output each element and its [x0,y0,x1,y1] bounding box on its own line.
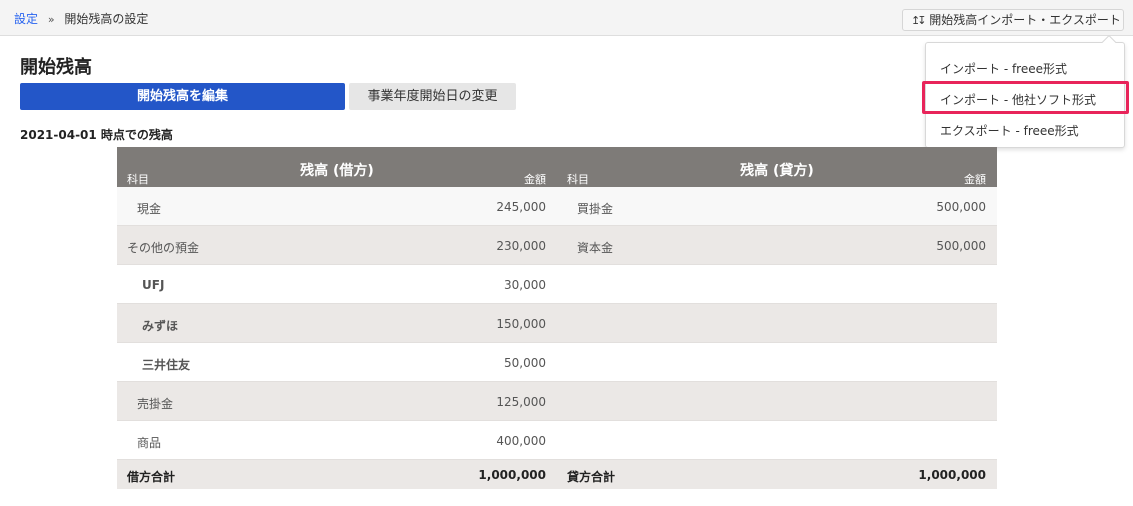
table-row: 資本金 500,000 [557,226,997,265]
table-row: UFJ 30,000 [117,265,557,304]
table-row: 三井住友 50,000 [117,343,557,382]
credit-total-label: 貸方合計 [567,470,616,484]
account-name: みずほ [142,319,179,333]
debit-total-row: 借方合計 1,000,000 [117,460,557,489]
debit-total-amount: 1,000,000 [478,468,546,482]
table-row [557,382,997,421]
import-export-button[interactable]: ↥↧ 開始残高インポート・エクスポート [902,9,1124,31]
table-row [557,343,997,382]
account-amount: 500,000 [936,200,986,214]
account-amount: 400,000 [496,434,546,448]
as-of-date-label: 2021-04-01 時点での残高 [20,128,173,142]
account-amount: 245,000 [496,200,546,214]
edit-opening-balance-button[interactable]: 開始残高を編集 [20,83,345,110]
table-row [557,304,997,343]
breadcrumb-current: 開始残高の設定 [64,12,149,26]
account-amount: 50,000 [504,356,546,370]
table-row [557,421,997,460]
import-export-icon: ↥↧ [911,14,927,27]
debit-subject-header: 科目 [127,173,149,186]
account-amount: 150,000 [496,317,546,331]
credit-total-amount: 1,000,000 [918,468,986,482]
credit-balance-table: 残高 (貸方) 科目 金額 買掛金 500,000 資本金 500,000 貸方… [557,147,997,489]
debit-amount-header: 金額 [524,173,546,186]
account-amount: 500,000 [936,239,986,253]
debit-title: 残高 (借方) [300,163,374,179]
account-name: その他の預金 [127,241,200,255]
credit-amount-header: 金額 [964,173,986,186]
account-name: 資本金 [577,241,614,255]
account-amount: 125,000 [496,395,546,409]
account-name: 売掛金 [137,397,174,411]
credit-title: 残高 (貸方) [740,163,814,179]
dropdown-caret [1101,34,1117,50]
credit-subject-header: 科目 [567,173,589,186]
table-row: 商品 400,000 [117,421,557,460]
breadcrumb-settings-link[interactable]: 設定 [14,12,38,26]
credit-total-row: 貸方合計 1,000,000 [557,460,997,489]
table-row: 買掛金 500,000 [557,187,997,226]
account-name: 買掛金 [577,202,614,216]
table-row [557,265,997,304]
table-row: 売掛金 125,000 [117,382,557,421]
table-row: 現金 245,000 [117,187,557,226]
page-title: 開始残高 [20,57,92,78]
menu-item-export-freee[interactable]: エクスポート - freee形式 [940,122,1079,139]
menu-item-import-freee[interactable]: インポート - freee形式 [940,60,1067,77]
account-amount: 230,000 [496,239,546,253]
credit-table-header: 残高 (貸方) 科目 金額 [557,147,997,187]
import-export-label: 開始残高インポート・エクスポート [929,13,1121,27]
account-name: 現金 [137,202,162,216]
account-amount: 30,000 [504,278,546,292]
change-fiscal-year-button[interactable]: 事業年度開始日の変更 [349,83,516,110]
debit-table-header: 残高 (借方) 科目 金額 [117,147,557,187]
table-row: その他の預金 230,000 [117,226,557,265]
debit-total-label: 借方合計 [127,470,176,484]
debit-balance-table: 残高 (借方) 科目 金額 現金 245,000 その他の預金 230,000 … [117,147,557,489]
highlight-box [922,81,1129,114]
table-row: みずほ 150,000 [117,304,557,343]
top-bar: 設定 » 開始残高の設定 ↥↧ 開始残高インポート・エクスポート [0,0,1133,36]
account-name: 商品 [137,436,162,450]
breadcrumb: 設定 » 開始残高の設定 [14,10,148,27]
account-name: 三井住友 [142,358,191,372]
account-name: UFJ [142,278,165,292]
breadcrumb-separator: » [47,13,55,26]
